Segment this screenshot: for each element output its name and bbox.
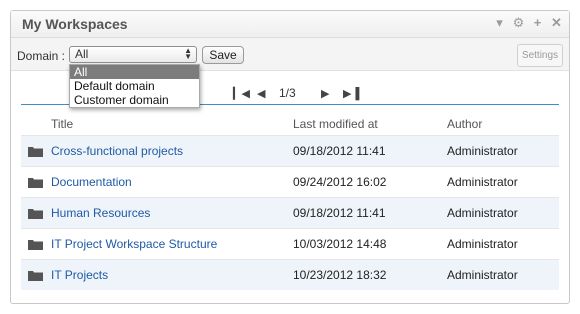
- table-row: Human Resources 09/18/2012 11:41 Adminis…: [21, 197, 559, 228]
- plus-icon[interactable]: +: [531, 16, 544, 30]
- prev-page-icon[interactable]: ◀: [257, 87, 265, 100]
- gear-icon[interactable]: ⚙: [512, 16, 525, 30]
- dropdown-option-default-domain[interactable]: Default domain: [70, 79, 199, 93]
- workspace-link[interactable]: IT Projects: [51, 268, 108, 282]
- table-row: IT Projects 10/23/2012 18:32 Administrat…: [21, 259, 559, 290]
- column-header-title[interactable]: Title: [51, 117, 73, 131]
- folder-icon: [28, 147, 43, 157]
- folder-icon: [28, 271, 43, 281]
- workspace-link[interactable]: IT Project Workspace Structure: [51, 237, 217, 251]
- author: Administrator: [447, 144, 518, 158]
- modified-date: 10/23/2012 18:32: [293, 268, 387, 282]
- workspace-link[interactable]: Human Resources: [51, 206, 150, 220]
- author: Administrator: [447, 206, 518, 220]
- table-header: Title Last modified at Author: [21, 113, 559, 135]
- domain-dropdown-menu: All Default domain Customer domain: [69, 64, 200, 108]
- table-row: Documentation 09/24/2012 16:02 Administr…: [21, 166, 559, 197]
- folder-icon: [28, 178, 43, 188]
- chevron-down-icon[interactable]: ▾: [493, 16, 506, 30]
- table-row: IT Project Workspace Structure 10/03/201…: [21, 228, 559, 259]
- modified-date: 10/03/2012 14:48: [293, 237, 387, 251]
- column-header-modified[interactable]: Last modified at: [293, 117, 378, 131]
- domain-label: Domain :: [17, 49, 66, 63]
- domain-select-value: All: [75, 47, 89, 61]
- column-header-author[interactable]: Author: [447, 117, 482, 131]
- folder-icon: [28, 240, 43, 250]
- table-row: Cross-functional projects 09/18/2012 11:…: [21, 135, 559, 166]
- modified-date: 09/24/2012 16:02: [293, 175, 387, 189]
- widget-title: My Workspaces: [22, 16, 128, 32]
- select-arrows-icon: ▲ ▼: [184, 46, 192, 61]
- dropdown-option-all[interactable]: All: [70, 65, 199, 79]
- last-page-icon[interactable]: ▶▐: [343, 87, 359, 100]
- author: Administrator: [447, 268, 518, 282]
- modified-date: 09/18/2012 11:41: [293, 144, 386, 158]
- folder-icon: [28, 209, 43, 219]
- author: Administrator: [447, 237, 518, 251]
- domain-select[interactable]: All ▲ ▼: [69, 46, 197, 63]
- close-icon[interactable]: ✕: [550, 16, 563, 30]
- save-button[interactable]: Save: [202, 46, 244, 64]
- modified-date: 09/18/2012 11:41: [293, 206, 386, 220]
- dropdown-option-customer-domain[interactable]: Customer domain: [70, 93, 199, 107]
- workspace-link[interactable]: Cross-functional projects: [51, 144, 183, 158]
- first-page-icon[interactable]: ▎◀: [233, 87, 250, 100]
- author: Administrator: [447, 175, 518, 189]
- header-icons: ▾ ⚙ + ✕: [493, 16, 563, 30]
- settings-button[interactable]: Settings: [517, 44, 563, 67]
- workspaces-widget: My Workspaces ▾ ⚙ + ✕ Domain : All ▲ ▼ Sa…: [10, 10, 570, 304]
- page-indicator: 1/3: [279, 86, 296, 100]
- workspace-link[interactable]: Documentation: [51, 175, 132, 189]
- workspaces-table: Title Last modified at Author Cross-func…: [21, 113, 559, 290]
- widget-header: My Workspaces ▾ ⚙ + ✕: [11, 11, 569, 38]
- next-page-icon[interactable]: ▶: [321, 87, 329, 100]
